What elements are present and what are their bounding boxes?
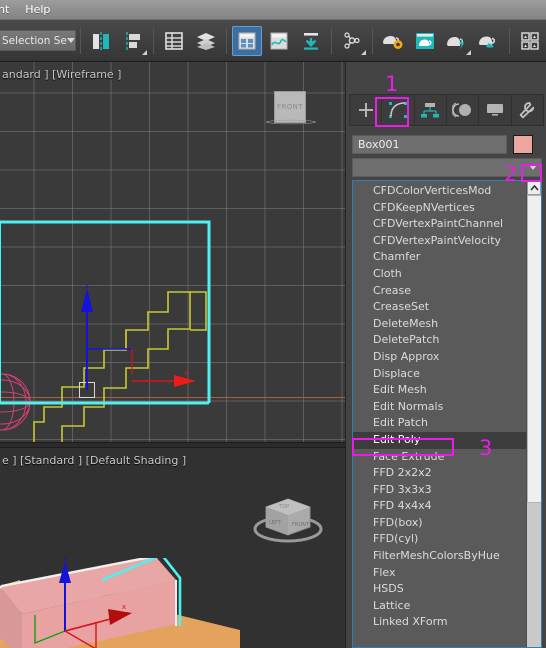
annotation-number-2: 2	[504, 162, 518, 186]
list-item[interactable]: Edit Normals	[353, 399, 526, 416]
edit-poly-item[interactable]: Edit Poly	[353, 431, 526, 449]
list-item[interactable]: FFD(box)	[353, 515, 526, 532]
list-item[interactable]: FFD 3x3x3	[353, 482, 526, 499]
svg-text:x: x	[184, 369, 188, 377]
render-frame-window-icon[interactable]	[378, 26, 408, 56]
list-item[interactable]: FFD(cyl)	[353, 531, 526, 548]
svg-text:TOP: TOP	[278, 504, 289, 510]
list-item[interactable]: Lattice	[353, 598, 526, 615]
svg-text:LEFT: LEFT	[269, 520, 282, 526]
toolbar-separator	[80, 27, 81, 54]
list-item[interactable]: HSDS	[353, 581, 526, 598]
modifier-list-scrollbar[interactable]	[526, 181, 541, 647]
flyout-arrow-icon	[361, 49, 366, 55]
scene-explorer-icon[interactable]	[191, 26, 221, 56]
selection-set-dropdown[interactable]: Selection Se	[0, 30, 76, 51]
list-item[interactable]: Chamfer	[353, 249, 526, 266]
schematic-view-icon[interactable]	[264, 26, 294, 56]
render-setup-icon[interactable]	[337, 26, 367, 56]
toolbar-separator	[331, 27, 332, 54]
layer-explorer-icon[interactable]	[159, 26, 189, 56]
render-in-cloud-icon[interactable]	[474, 26, 504, 56]
svg-text:z: z	[63, 555, 67, 563]
list-item[interactable]: Cloth	[353, 266, 526, 283]
utilities-tab[interactable]	[512, 95, 543, 125]
render-production-icon[interactable]	[410, 26, 440, 56]
menu-bar: nt Help	[0, 0, 546, 20]
main-toolbar: Selection Se	[0, 20, 546, 62]
curve-editor-icon[interactable]	[232, 25, 262, 56]
viewport-top[interactable]: FRONT z x andard] [Wireframe]	[0, 62, 345, 442]
viewport-bottom[interactable]: TOP LEFT FRONT z x e] [Standard] [Defa…	[0, 448, 345, 648]
toolbar-separator	[372, 27, 373, 54]
render-iterative-icon[interactable]	[442, 26, 472, 56]
modifier-dropdown-arrow[interactable]	[525, 159, 541, 176]
mirror-icon[interactable]	[86, 26, 116, 56]
viewport-bottom-label: e ] [Standard ] [Default Shading ]	[2, 454, 187, 467]
list-item[interactable]: Edit Patch	[353, 415, 526, 432]
list-item[interactable]: Edit Mesh	[353, 382, 526, 399]
svg-text:z: z	[85, 282, 89, 290]
motion-tab[interactable]	[447, 95, 480, 125]
chevron-up-icon[interactable]	[527, 181, 541, 195]
list-item[interactable]: FFD 4x4x4	[353, 498, 526, 515]
list-item[interactable]: DeleteMesh	[353, 316, 526, 333]
display-tab[interactable]	[479, 95, 512, 125]
annotation-number-1: 1	[385, 72, 399, 96]
menu-item-help[interactable]: Help	[17, 1, 58, 19]
toolbar-separator	[226, 27, 227, 54]
toolbar-separator	[509, 27, 510, 54]
view-cube-bottom[interactable]: TOP LEFT FRONT	[252, 493, 324, 547]
list-item[interactable]: CFDVertexPaintVelocity	[353, 233, 526, 250]
list-item[interactable]: DeletePatch	[353, 332, 526, 349]
list-item[interactable]: Displace	[353, 366, 526, 383]
object-name-row: Box001	[352, 134, 542, 154]
viewport-top-label: andard ] [Wireframe ]	[2, 68, 122, 81]
svg-text:x: x	[122, 603, 126, 611]
list-item[interactable]: Linked XForm	[353, 614, 526, 631]
list-item[interactable]: FilterMeshColorsByHue	[353, 548, 526, 565]
object-name-field[interactable]: Box001	[352, 134, 507, 154]
command-panel: Box001 CFDColorVerticesMod CFDKeepNVerti…	[345, 62, 546, 648]
annotation-number-3: 3	[479, 436, 493, 460]
toolbar-separator	[153, 27, 154, 54]
modifier-dropdown-list[interactable]: CFDColorVerticesMod CFDKeepNVertices CFD…	[352, 180, 542, 648]
list-item[interactable]: Face Extrude	[353, 449, 526, 466]
transform-gizmo-bottom[interactable]: z x	[8, 553, 148, 648]
svg-text:FRONT: FRONT	[292, 522, 310, 528]
object-color-swatch[interactable]	[513, 134, 533, 154]
chevron-down-icon	[66, 38, 75, 43]
project-folder-icon[interactable]	[515, 26, 545, 56]
modifier-items-container: CFDColorVerticesMod CFDKeepNVertices CFD…	[353, 181, 526, 647]
selection-set-value: Selection Se	[2, 34, 67, 47]
list-item[interactable]: CFDKeepNVertices	[353, 200, 526, 217]
transform-gizmo[interactable]: z x	[60, 282, 195, 402]
hierarchy-tab[interactable]	[415, 95, 447, 125]
scrollbar-track[interactable]	[527, 503, 541, 647]
menu-item-nt[interactable]: nt	[0, 1, 17, 19]
flyout-arrow-icon	[142, 49, 147, 55]
chevron-down-icon	[529, 165, 537, 170]
align-icon[interactable]	[118, 26, 148, 56]
list-item[interactable]: FFD 2x2x2	[353, 465, 526, 482]
create-tab[interactable]	[350, 95, 383, 125]
list-item[interactable]: CreaseSet	[353, 299, 526, 316]
scrollbar-thumb[interactable]	[527, 195, 541, 503]
app-root: nt Help Selection Se FRONT z x andard] …	[0, 0, 546, 648]
material-editor-icon[interactable]	[296, 26, 326, 56]
list-item[interactable]: CFDColorVerticesMod	[353, 183, 526, 200]
list-item[interactable]: Crease	[353, 283, 526, 300]
list-item[interactable]: Flex	[353, 565, 526, 582]
modify-tab[interactable]	[382, 95, 415, 125]
list-item[interactable]: CFDVertexPaintChannel	[353, 216, 526, 233]
list-item[interactable]: Disp Approx	[353, 349, 526, 366]
flyout-arrow-icon	[466, 49, 471, 55]
command-panel-tabs	[349, 94, 544, 126]
